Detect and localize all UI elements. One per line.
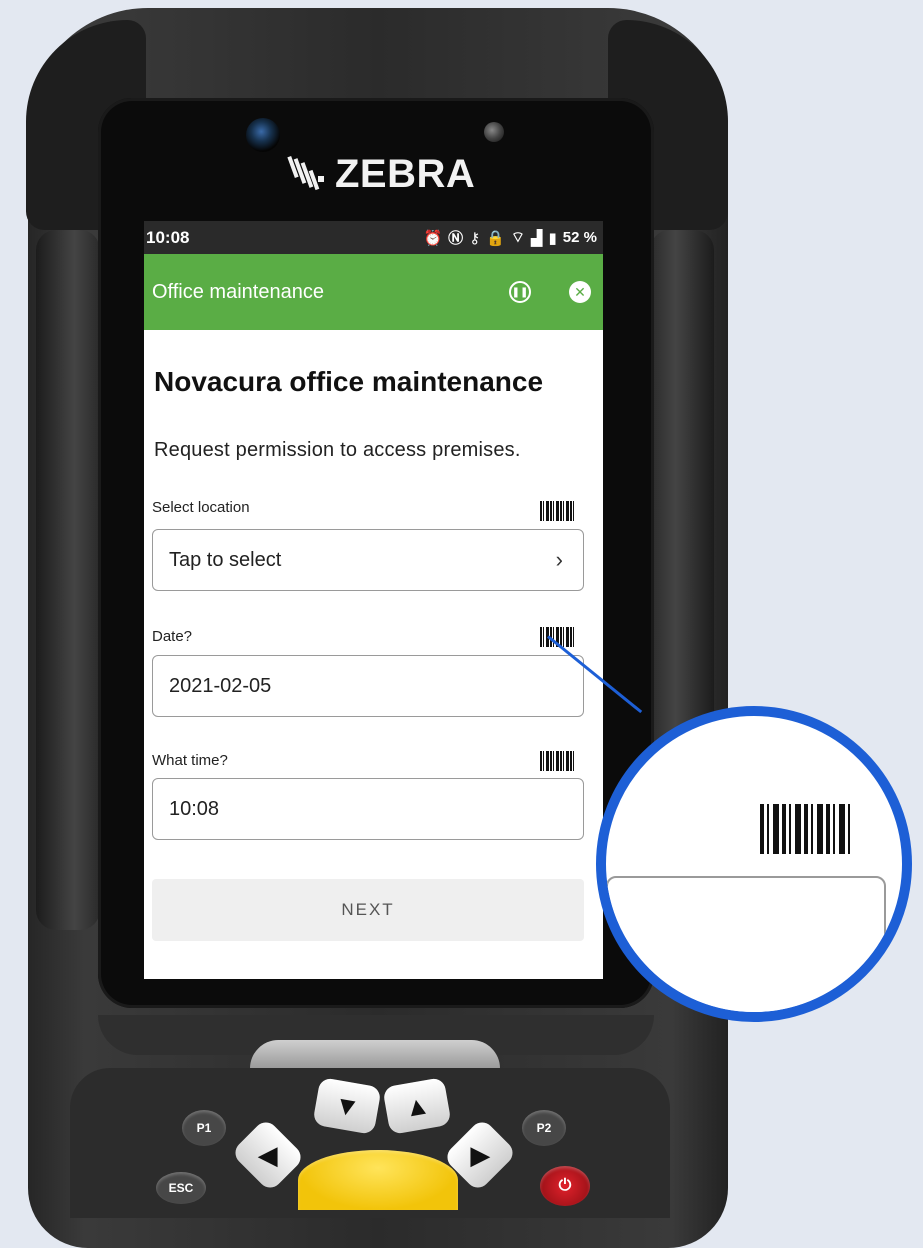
scan-trigger-key[interactable]	[298, 1150, 458, 1210]
close-icon: ✕	[574, 283, 586, 300]
lock-icon: 🔒	[486, 229, 505, 247]
location-select[interactable]: Tap to select ›	[152, 529, 584, 591]
battery-icon: ▮	[548, 229, 557, 247]
app-title: Office maintenance	[152, 280, 324, 303]
close-button[interactable]: ✕	[569, 281, 591, 303]
power-icon: ⏻	[558, 1177, 572, 1194]
status-icons: ⏰ Ⓝ ⚷ 🔒 ⌔ ▟ ▮ 52 %	[423, 227, 597, 248]
pause-icon: ❚❚	[511, 286, 529, 298]
date-value: 2021-02-05	[169, 674, 272, 697]
time-barcode-scan-icon[interactable]	[540, 751, 576, 771]
nfc-icon: Ⓝ	[448, 230, 464, 247]
location-barcode-scan-icon[interactable]	[540, 501, 576, 521]
status-time: 10:08	[146, 227, 190, 247]
pause-button[interactable]: ❚❚	[509, 281, 531, 303]
arrow-left-icon: ◀	[258, 1139, 278, 1170]
time-label: What time?	[152, 752, 228, 769]
battery-percent: 52 %	[562, 229, 597, 246]
app-bar: Office maintenance ❚❚ ✕	[144, 254, 603, 330]
status-bar: 10:08 ⏰ Ⓝ ⚷ 🔒 ⌔ ▟ ▮ 52 %	[144, 221, 603, 254]
zebra-logo-icon	[287, 155, 324, 191]
date-label: Date?	[152, 628, 193, 645]
sensor-icon	[484, 122, 504, 142]
vpn-key-icon: ⚷	[469, 229, 481, 247]
brand-name: ZEBRA	[335, 151, 476, 196]
page-title: Novacura office maintenance	[154, 366, 544, 397]
alarm-icon: ⏰	[423, 229, 443, 247]
power-key[interactable]: ⏻	[540, 1166, 590, 1206]
p1-key[interactable]: P1	[182, 1110, 226, 1146]
arrow-right-icon: ▶	[470, 1139, 490, 1170]
barcode-zoom-callout	[596, 706, 912, 1022]
arrow-down-icon: ▼	[331, 1088, 363, 1123]
p2-key[interactable]: P2	[522, 1110, 566, 1146]
device-screen: 10:08 ⏰ Ⓝ ⚷ 🔒 ⌔ ▟ ▮ 52 % Office maintena…	[144, 221, 603, 979]
signal-icon: ▟	[530, 229, 543, 247]
time-value: 10:08	[169, 797, 220, 820]
location-value: Tap to select	[169, 548, 282, 571]
chevron-right-icon: ›	[555, 547, 563, 572]
camera-icon	[246, 118, 280, 152]
device-side-rail-left	[36, 230, 100, 930]
next-button[interactable]: NEXT	[152, 879, 584, 941]
brand-logo: ZEBRA	[285, 152, 475, 196]
barcode-scan-icon	[760, 804, 850, 854]
esc-key[interactable]: ESC	[156, 1172, 206, 1204]
date-field[interactable]: 2021-02-05	[152, 655, 584, 717]
zoomed-input-field	[606, 876, 886, 1012]
location-label: Select location	[152, 499, 250, 516]
time-field[interactable]: 10:08	[152, 778, 584, 840]
page-intro: Request permission to access premises.	[154, 439, 521, 461]
arrow-up-icon: ▲	[401, 1088, 433, 1123]
wifi-icon: ⌔	[510, 229, 525, 246]
